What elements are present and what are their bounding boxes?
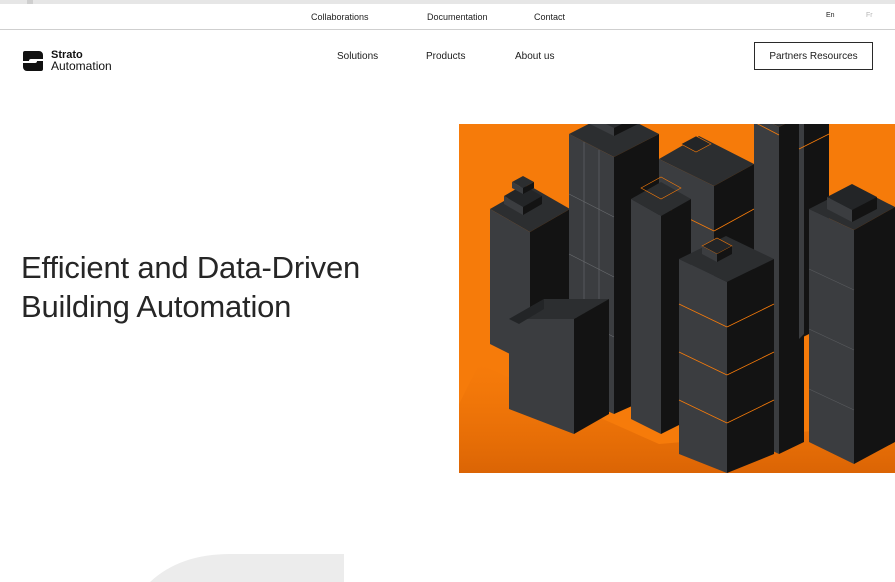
utility-link-documentation[interactable]: Documentation	[427, 12, 488, 22]
hero-title-line1: Efficient and Data-Driven	[21, 250, 361, 285]
utility-link-contact[interactable]: Contact	[534, 12, 565, 22]
hero-title-line2: Building Automation	[21, 289, 292, 324]
building-f	[808, 184, 895, 464]
isometric-buildings-illustration	[459, 124, 895, 473]
building-g	[678, 236, 775, 473]
buildings-svg	[459, 124, 895, 473]
utility-nav: Collaborations Documentation Contact En …	[0, 4, 895, 30]
partners-resources-button[interactable]: Partners Resources	[754, 42, 873, 70]
brand-name: Strato Automation	[51, 50, 112, 73]
language-en[interactable]: En	[826, 12, 835, 19]
decorative-shape	[150, 554, 344, 582]
nav-solutions[interactable]: Solutions	[337, 51, 378, 62]
brand-logo[interactable]: Strato Automation	[21, 47, 112, 75]
nav-about-us[interactable]: About us	[515, 51, 554, 62]
brand-name-line2: Automation	[51, 59, 112, 73]
nav-products[interactable]: Products	[426, 51, 465, 62]
utility-link-collaborations[interactable]: Collaborations	[311, 12, 369, 22]
building-h	[509, 299, 609, 434]
hero-title: Efficient and Data-Driven Building Autom…	[21, 248, 441, 326]
language-fr[interactable]: Fr	[866, 12, 873, 19]
strato-logo-icon	[23, 51, 43, 71]
